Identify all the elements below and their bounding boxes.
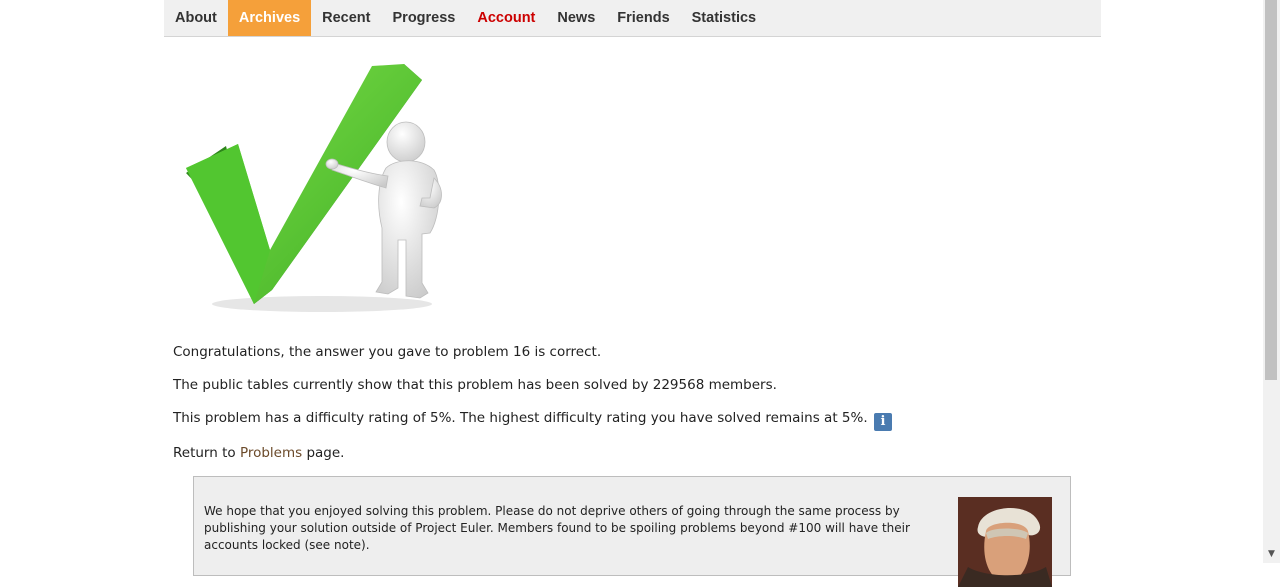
nav-account[interactable]: Account xyxy=(466,0,546,36)
nav-news[interactable]: News xyxy=(546,0,606,36)
nav-friends[interactable]: Friends xyxy=(606,0,680,36)
main-nav: About Archives Recent Progress Account N… xyxy=(164,0,1101,37)
info-icon[interactable]: i xyxy=(873,413,892,431)
correct-checkmark-image xyxy=(186,64,442,312)
page-scrollbar[interactable]: ▼ xyxy=(1263,0,1280,563)
solved-count-message: The public tables currently show that th… xyxy=(173,377,777,393)
scrollbar-thumb[interactable] xyxy=(1265,0,1277,380)
nav-about[interactable]: About xyxy=(164,0,228,36)
return-message: Return to Problems page. xyxy=(173,445,344,461)
congrats-message: Congratulations, the answer you gave to … xyxy=(173,344,602,360)
return-prefix: Return to xyxy=(173,445,240,461)
nav-recent[interactable]: Recent xyxy=(311,0,381,36)
difficulty-text: This problem has a difficulty rating of … xyxy=(173,410,868,426)
chevron-down-icon[interactable]: ▼ xyxy=(1263,546,1280,563)
nav-archives[interactable]: Archives xyxy=(227,0,312,36)
nav-statistics[interactable]: Statistics xyxy=(681,0,767,36)
euler-portrait-image xyxy=(958,497,1052,587)
difficulty-message: This problem has a difficulty rating of … xyxy=(173,410,892,431)
notice-text: We hope that you enjoyed solving this pr… xyxy=(204,504,910,552)
return-suffix: page. xyxy=(302,445,345,461)
problems-link[interactable]: Problems xyxy=(240,445,302,461)
nav-progress[interactable]: Progress xyxy=(382,0,467,36)
spoiler-notice: We hope that you enjoyed solving this pr… xyxy=(193,476,1071,587)
